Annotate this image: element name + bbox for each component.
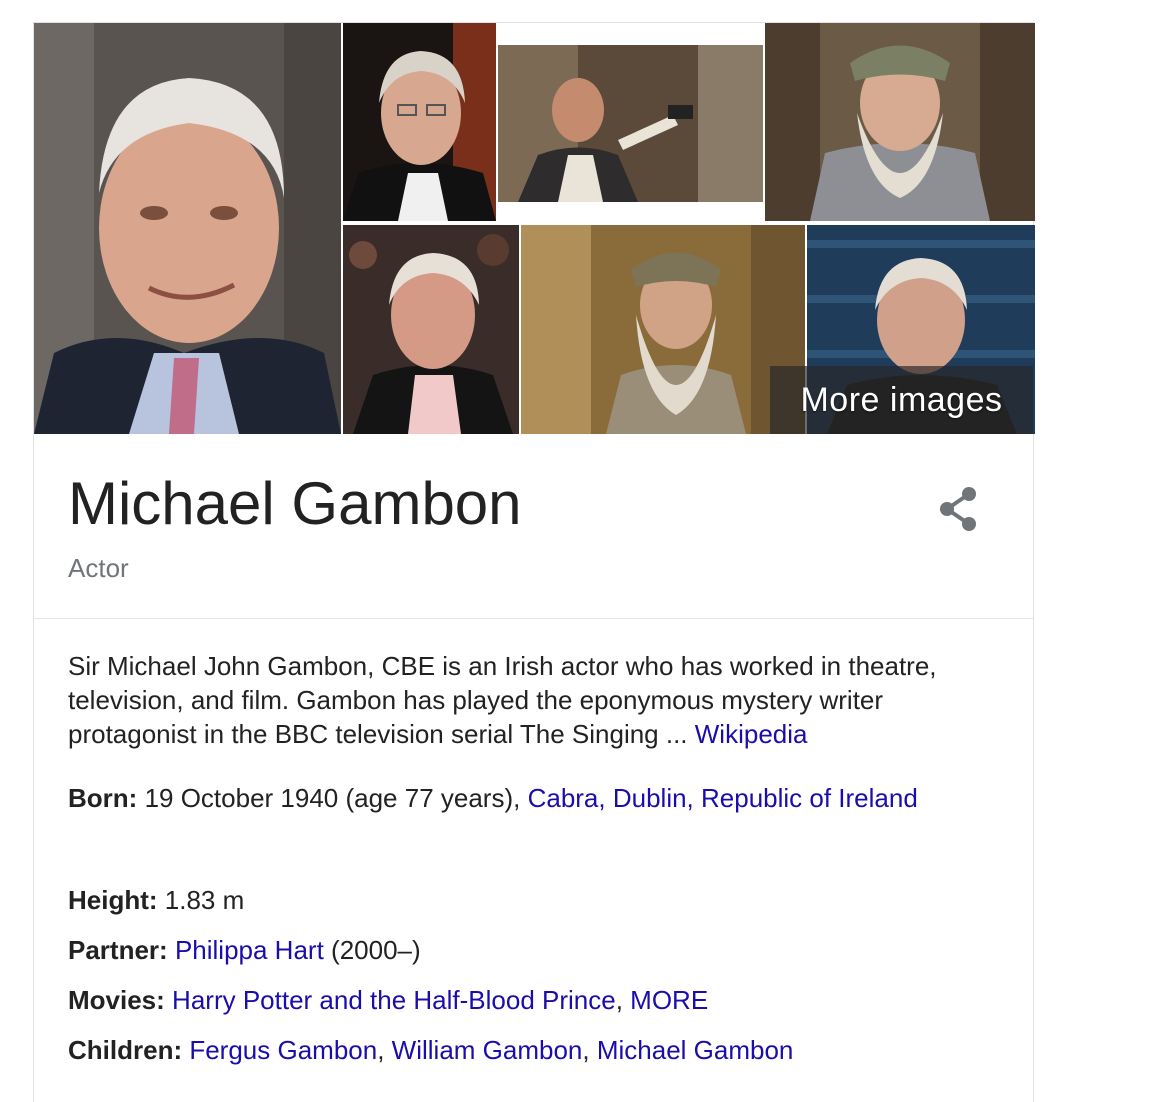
page-title: Michael Gambon (68, 470, 522, 537)
image-thumbnail-4[interactable] (765, 23, 1035, 221)
separator: , (582, 1035, 597, 1065)
image-thumbnail-2[interactable] (343, 23, 496, 221)
separator: , (615, 985, 631, 1015)
fact-label: Movies: (68, 985, 165, 1015)
fact-born: Born: 19 October 1940 (age 77 years), Ca… (68, 781, 968, 815)
more-movies-link[interactable]: MORE (630, 985, 708, 1015)
birthplace-link[interactable]: Cabra, Dublin, Republic of Ireland (528, 783, 918, 813)
image-thumbnail-6[interactable] (521, 225, 805, 434)
child-link[interactable]: Fergus Gambon (189, 1035, 377, 1065)
image-portrait-main[interactable] (34, 23, 341, 434)
fact-movies: Movies: Harry Potter and the Half-Blood … (68, 983, 968, 1017)
image-thumbnail-3[interactable] (498, 45, 763, 202)
fact-label: Children: (68, 1035, 183, 1065)
fact-height: Height: 1.83 m (68, 883, 968, 917)
more-images-button[interactable]: More images (770, 366, 1033, 434)
description: Sir Michael John Gambon, CBE is an Irish… (68, 649, 1008, 751)
child-link[interactable]: William Gambon (392, 1035, 583, 1065)
child-link[interactable]: Michael Gambon (597, 1035, 794, 1065)
partner-link[interactable]: Philippa Hart (175, 935, 324, 965)
fact-label: Born: (68, 783, 138, 813)
knowledge-panel: More images Michael Gambon Actor Sir Mic… (33, 22, 1035, 1102)
image-thumbnail-5[interactable] (343, 225, 519, 434)
movie-link[interactable]: Harry Potter and the Half-Blood Prince (172, 985, 616, 1015)
divider (34, 618, 1033, 619)
wikipedia-link[interactable]: Wikipedia (695, 719, 808, 749)
fact-children: Children: Fergus Gambon, William Gambon,… (68, 1033, 968, 1067)
fact-value: 19 October 1940 (age 77 years), (144, 783, 528, 813)
fact-label: Height: (68, 885, 158, 915)
fact-value: 1.83 m (164, 885, 245, 915)
subtitle: Actor (68, 553, 129, 583)
separator: , (377, 1035, 392, 1065)
share-icon[interactable] (933, 483, 983, 535)
fact-label: Partner: (68, 935, 168, 965)
fact-value: (2000–) (331, 935, 421, 965)
fact-partner: Partner: Philippa Hart (2000–) (68, 933, 968, 967)
